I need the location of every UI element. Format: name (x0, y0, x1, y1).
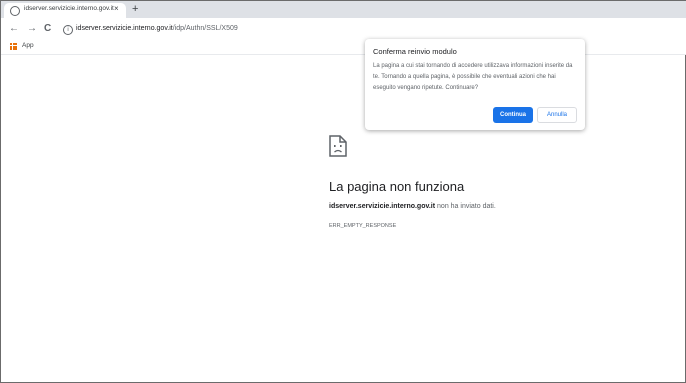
dialog-title: Conferma reinvio modulo (373, 47, 457, 56)
apps-icon[interactable] (10, 43, 17, 50)
back-icon[interactable]: ← (9, 23, 19, 35)
globe-icon (10, 6, 20, 16)
reload-icon[interactable]: C (44, 23, 51, 35)
error-title: La pagina non funziona (329, 179, 465, 194)
url-path: /idp/Authn/SSL/X509 (172, 25, 238, 32)
forward-icon[interactable]: → (27, 23, 37, 35)
error-code: ERR_EMPTY_RESPONSE (329, 223, 397, 229)
continue-button[interactable]: Continua (493, 107, 533, 123)
url-host: idserver.servizicie.interno.gov.it (76, 25, 173, 32)
apps-label[interactable]: App (22, 42, 34, 49)
tab-active[interactable]: idserver.servizicie.interno.gov.it × (4, 3, 126, 18)
close-icon[interactable]: × (114, 4, 119, 13)
resubmit-dialog: Conferma reinvio modulo La pagina a cui … (365, 39, 585, 130)
dialog-message: La pagina a cui stai tornando di acceder… (373, 63, 573, 91)
browser-window: idserver.servizicie.interno.gov.it × + ←… (0, 0, 686, 383)
tab-title: idserver.servizicie.interno.gov.it (24, 5, 114, 12)
cancel-button[interactable]: Annulla (537, 107, 577, 123)
error-message-suffix: non ha inviato dati. (435, 203, 496, 210)
plus-icon[interactable]: + (132, 2, 138, 16)
toolbar: ← → C i idserver.servizicie.interno.gov.… (1, 18, 686, 41)
error-host: idserver.servizicie.interno.gov.it (329, 203, 436, 210)
error-message: idserver.servizicie.interno.gov.it non h… (329, 203, 496, 210)
sad-page-icon (329, 135, 347, 157)
address-bar[interactable]: idserver.servizicie.interno.gov.it/idp/A… (76, 25, 238, 32)
tab-strip: idserver.servizicie.interno.gov.it × + (1, 1, 686, 18)
info-icon[interactable]: i (63, 25, 73, 35)
